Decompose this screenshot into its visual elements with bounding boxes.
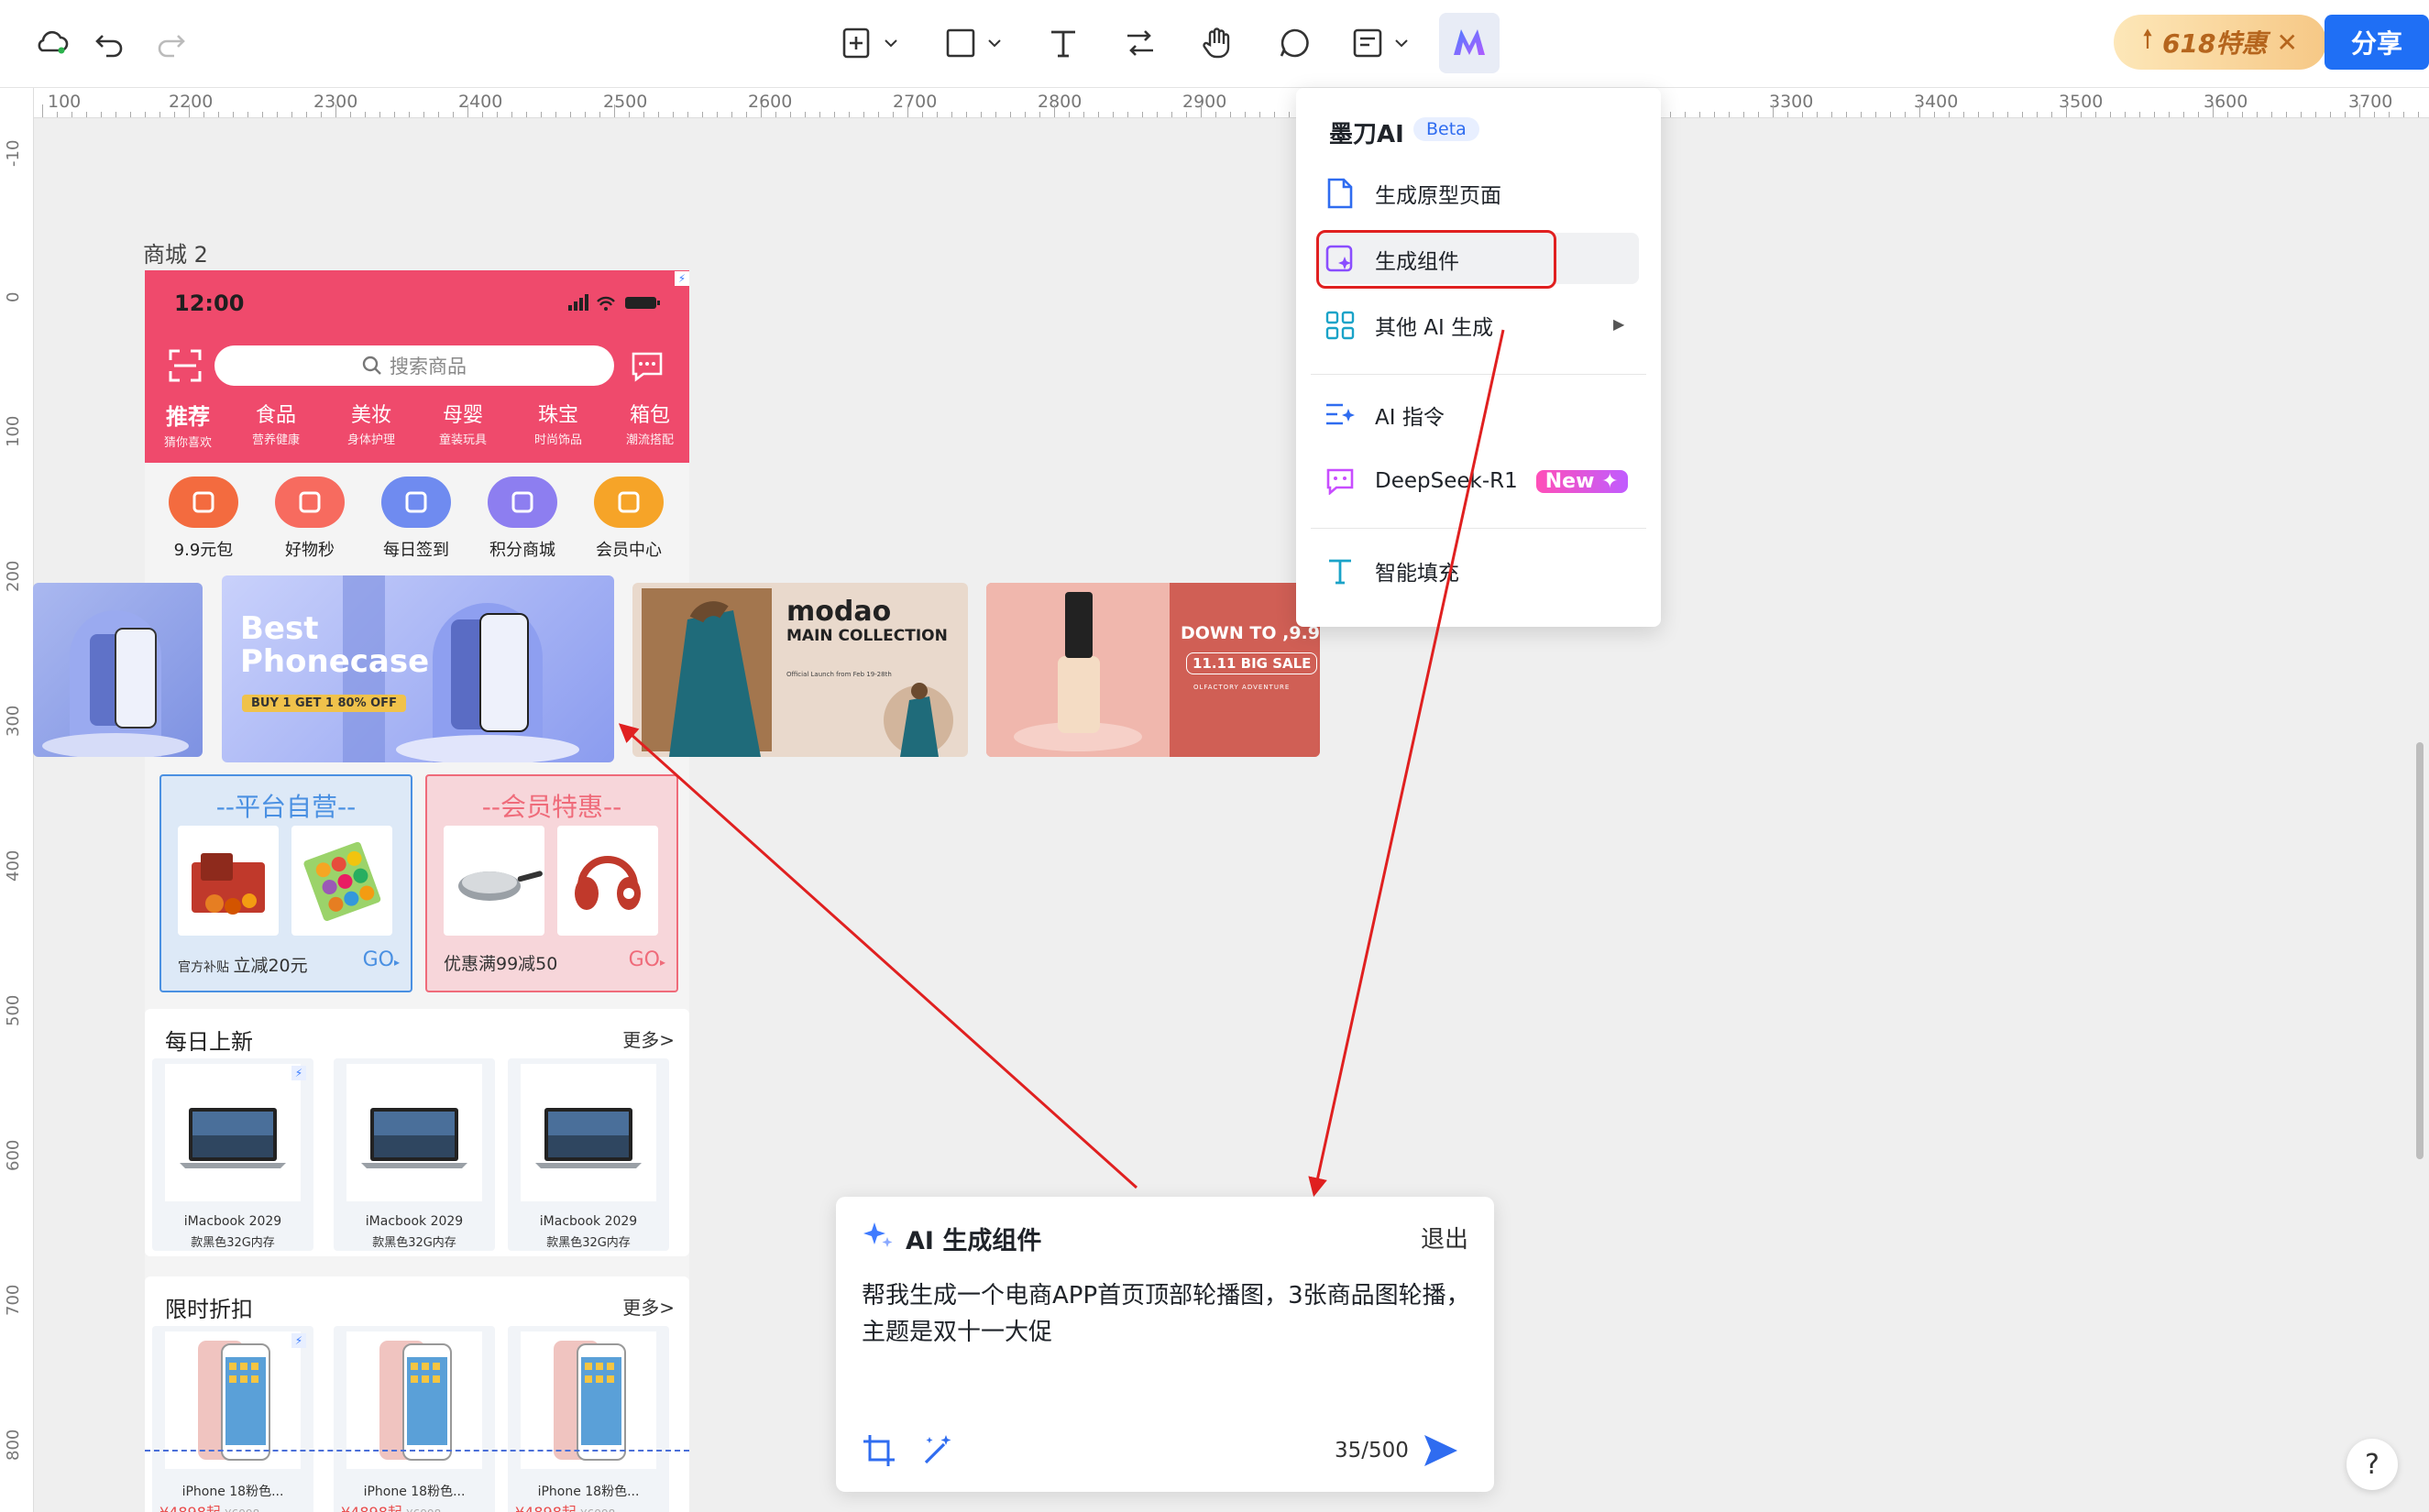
help-button[interactable]: ?: [2347, 1439, 2398, 1490]
sparkle-icon: [863, 1222, 893, 1247]
vertical-scrollbar[interactable]: [2416, 742, 2424, 1159]
panel-title: AI 生成组件: [906, 1227, 1042, 1255]
prompt-textarea[interactable]: 帮我生成一个电商APP首页顶部轮播图，3张商品图轮播，主题是双十一大促: [862, 1277, 1470, 1351]
help-label: ?: [2365, 1448, 2380, 1481]
ai-generate-component-panel: AI 生成组件 退出 帮我生成一个电商APP首页顶部轮播图，3张商品图轮播，主题…: [836, 1197, 1494, 1492]
magic-wand-icon[interactable]: [920, 1431, 957, 1468]
crop-icon[interactable]: [862, 1433, 896, 1468]
send-icon[interactable]: [1423, 1433, 1459, 1468]
exit-button[interactable]: 退出: [1421, 1221, 1468, 1255]
char-counter: 35/500: [1335, 1439, 1409, 1463]
